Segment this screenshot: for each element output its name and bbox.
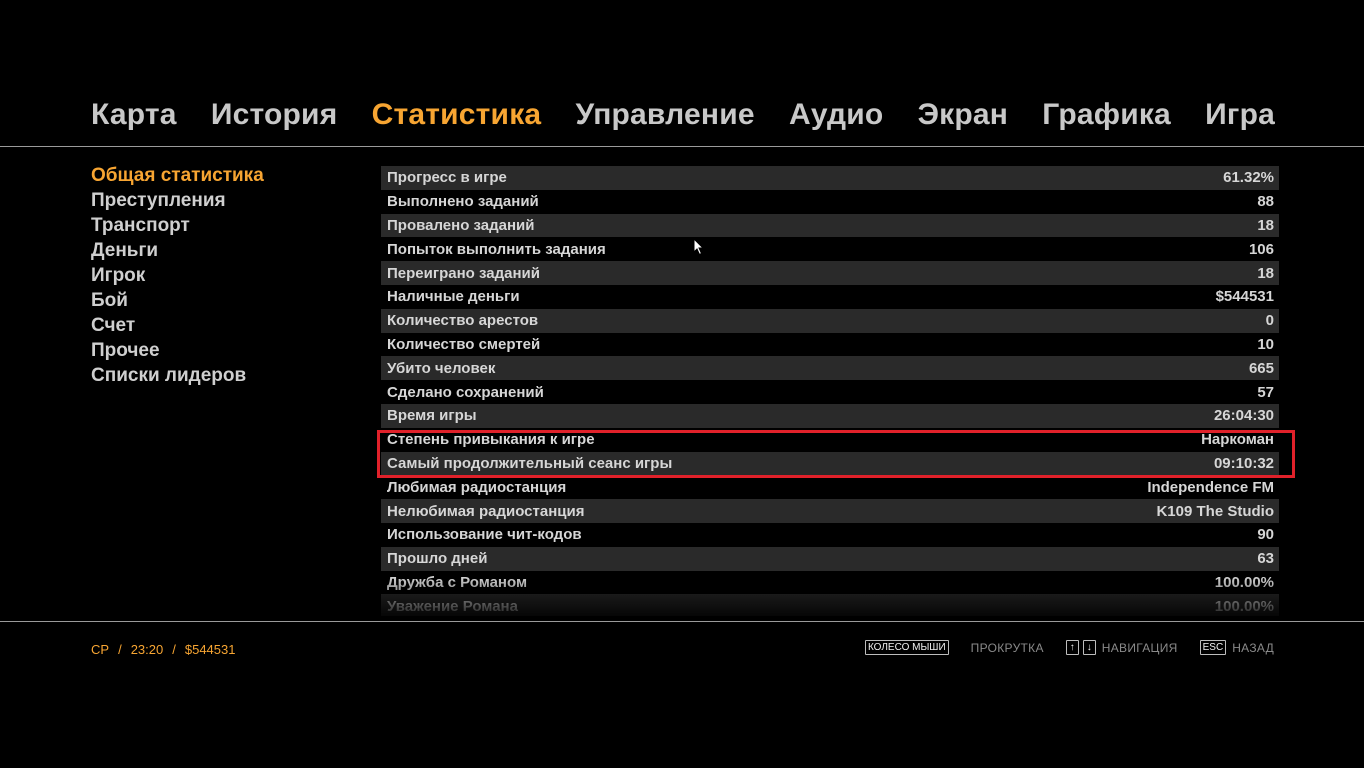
stat-value: 100.00% [1214, 597, 1274, 615]
footer-divider [0, 621, 1364, 622]
stat-value: 18 [1257, 264, 1274, 282]
stat-value: 90 [1257, 526, 1274, 544]
tab-map[interactable]: Карта [91, 98, 177, 132]
stat-row: Дружба с Романом 100.00% [381, 570, 1279, 595]
stat-row: Наличные деньги $544531 [381, 284, 1279, 309]
stat-value: K109 The Studio [1156, 502, 1274, 520]
stat-label: Самый продолжительный сеанс игры [387, 454, 673, 472]
back-hint[interactable]: ESC НАЗАД [1199, 640, 1274, 655]
tab-history[interactable]: История [211, 98, 338, 132]
stat-value: 665 [1248, 359, 1274, 377]
sidebar-item-money[interactable]: Деньги [91, 240, 351, 265]
tab-stats[interactable]: Статистика [372, 98, 542, 132]
stat-value: 26:04:30 [1213, 407, 1274, 425]
sidebar-item-combat[interactable]: Бой [91, 290, 351, 315]
stat-label: Убито человек [387, 359, 496, 377]
stats-table[interactable]: Прогресс в игре 61.32% Выполнено заданий 8… [381, 166, 1279, 616]
stat-row: Попыток выполнить задания 106 [381, 237, 1279, 262]
stat-row: Сделано сохранений 57 [381, 380, 1279, 404]
sidebar-item-crimes[interactable]: Преступления [91, 190, 351, 215]
stat-row: Количество смертей 10 [381, 332, 1279, 357]
header-divider [0, 146, 1364, 147]
stat-value: 57 [1257, 383, 1274, 401]
save-slot: CP [91, 642, 110, 657]
stat-value: 100.00% [1214, 573, 1274, 591]
stat-row: Прогресс в игре 61.32% [381, 166, 1279, 190]
stat-value: 10 [1257, 335, 1274, 353]
separator: / [172, 642, 176, 657]
mouse-wheel-key-icon: КОЛЕСО МЫШИ [864, 640, 949, 655]
stat-label: Провалено заданий [387, 216, 535, 234]
stat-value: Independence FM [1147, 478, 1274, 496]
stat-label: Количество арестов [387, 312, 539, 330]
stat-row: Провалено заданий 18 [381, 213, 1279, 238]
back-label[interactable]: НАЗАД [1232, 641, 1274, 655]
stat-row: Любимая радиостанция Independence FM [381, 475, 1279, 500]
stat-label: Попыток выполнить задания [387, 240, 606, 258]
stat-value: 18 [1257, 216, 1274, 234]
stat-row: Время игры 26:04:30 [381, 403, 1279, 428]
stat-label: Прогресс в игре [387, 169, 507, 187]
arrow-down-key-icon: ↓ [1082, 640, 1096, 655]
stat-label: Любимая радиостанция [387, 478, 567, 496]
esc-key-icon: ESC [1199, 640, 1227, 655]
stat-value: 61.32% [1223, 169, 1274, 187]
top-menu: Карта История Статистика Управление Ауди… [91, 95, 1275, 135]
stat-row: Использование чит-кодов 90 [381, 522, 1279, 547]
stat-row: Самый продолжительный сеанс игры 09:10:32 [381, 451, 1279, 476]
sidebar-item-player[interactable]: Игрок [91, 265, 351, 290]
stat-row: Уважение Романа 100.00% [381, 594, 1279, 616]
scroll-label: ПРОКРУТКА [970, 640, 1044, 655]
game-time: 23:20 [130, 642, 164, 657]
stat-row: Степень привыкания к игре Наркоман [381, 427, 1279, 452]
stat-label: Степень привыкания к игре [387, 431, 595, 449]
controls-hints: КОЛЕСО МЫШИ ПРОКРУТКА ↑ ↓ НАВИГАЦИЯ ESC … [864, 640, 1274, 655]
sidebar-item-score[interactable]: Счет [91, 315, 351, 340]
tab-audio[interactable]: Аудио [789, 98, 883, 132]
stat-label: Прошло дней [387, 550, 488, 568]
stat-row: Нелюбимая радиостанция K109 The Studio [381, 499, 1279, 523]
stat-label: Дружба с Романом [387, 573, 528, 591]
scroll-hint: КОЛЕСО МЫШИ ПРОКРУТКА [864, 640, 1066, 655]
stat-value: $544531 [1215, 288, 1274, 306]
tab-graphics[interactable]: Графика [1042, 98, 1171, 132]
stat-row: Прошло дней 63 [381, 546, 1279, 571]
stats-category-list: Общая статистика Преступления Транспорт … [91, 165, 351, 390]
stat-row: Количество арестов 0 [381, 308, 1279, 333]
stat-row: Переиграно заданий 18 [381, 261, 1279, 285]
stat-value: 88 [1257, 193, 1274, 211]
game-status: CP / 23:20 / $544531 [91, 642, 235, 657]
stat-label: Использование чит-кодов [387, 526, 582, 544]
stat-row: Убито человек 665 [381, 356, 1279, 381]
sidebar-item-general[interactable]: Общая статистика [91, 165, 351, 190]
sidebar-item-leaderboards[interactable]: Списки лидеров [91, 365, 351, 390]
stat-label: Выполнено заданий [387, 193, 539, 211]
stat-label: Сделано сохранений [387, 383, 544, 401]
tab-display[interactable]: Экран [918, 98, 1009, 132]
stat-row: Выполнено заданий 88 [381, 189, 1279, 214]
separator: / [118, 642, 122, 657]
sidebar-item-vehicles[interactable]: Транспорт [91, 215, 351, 240]
arrow-up-key-icon: ↑ [1065, 640, 1079, 655]
mouse-cursor-icon [693, 238, 705, 256]
navigation-hint: ↑ ↓ НАВИГАЦИЯ [1065, 640, 1200, 655]
money: $544531 [184, 642, 236, 657]
stat-label: Наличные деньги [387, 288, 520, 306]
stat-value: Наркоман [1201, 431, 1274, 449]
stat-label: Время игры [387, 407, 477, 425]
stat-value: 106 [1248, 240, 1274, 258]
tab-controls[interactable]: Управление [575, 98, 754, 132]
navigation-label: НАВИГАЦИЯ [1101, 640, 1178, 655]
tab-game[interactable]: Игра [1205, 98, 1275, 132]
stat-label: Уважение Романа [387, 597, 518, 615]
stat-value: 63 [1257, 550, 1274, 568]
stat-label: Количество смертей [387, 335, 541, 353]
stat-value: 09:10:32 [1213, 454, 1274, 472]
stat-label: Переиграно заданий [387, 264, 540, 282]
stat-label: Нелюбимая радиостанция [387, 502, 585, 520]
sidebar-item-misc[interactable]: Прочее [91, 340, 351, 365]
stat-value: 0 [1265, 312, 1274, 330]
